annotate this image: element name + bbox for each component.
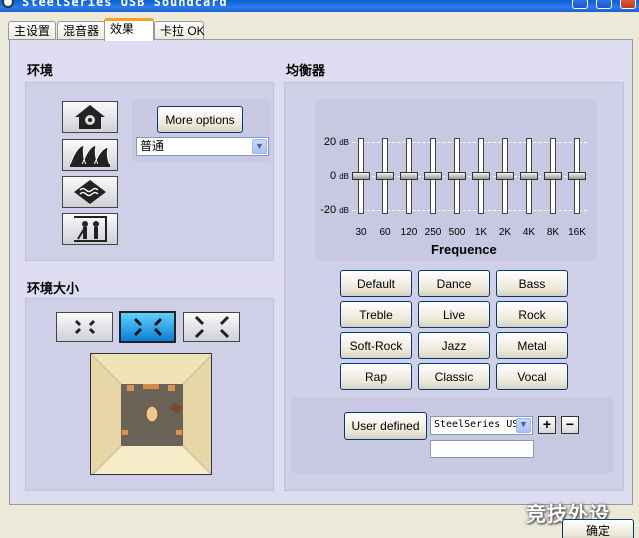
freq-label-16k: 16K <box>568 227 586 238</box>
preset-vocal-button[interactable]: Vocal <box>496 363 568 390</box>
db-middle-unit: dB <box>339 172 349 181</box>
chevron-down-icon: ▼ <box>252 139 267 154</box>
eq-slider-thumb[interactable] <box>352 172 370 180</box>
eq-slider-8k[interactable] <box>544 138 562 214</box>
window-title: SteelSeries USB Soundcard <box>22 0 228 9</box>
eq-slider-thumb[interactable] <box>472 172 490 180</box>
freq-label-1k: 1K <box>474 227 488 238</box>
preset-rap-button[interactable]: Rap <box>340 363 412 390</box>
ok-button[interactable]: 确定 <box>562 519 634 538</box>
db-middle-value: 0 <box>330 170 337 182</box>
chevron-down-icon: ▼ <box>516 418 531 433</box>
eq-slider-60[interactable] <box>376 138 394 214</box>
freq-label-8k: 8K <box>546 227 560 238</box>
underwater-icon[interactable] <box>62 176 118 208</box>
preset-rock-button[interactable]: Rock <box>496 301 568 328</box>
eq-slider-thumb[interactable] <box>448 172 466 180</box>
db-top-unit: dB <box>339 138 349 147</box>
opera-house-icon[interactable] <box>62 139 118 171</box>
more-options-button[interactable]: More options <box>157 106 243 133</box>
user-preset-value: SteelSeries US <box>434 419 519 430</box>
maximize-button[interactable] <box>596 0 612 9</box>
eq-slider-thumb[interactable] <box>544 172 562 180</box>
db-label-bottom: -20 dB <box>315 204 349 216</box>
preset-treble-button[interactable]: Treble <box>340 301 412 328</box>
preset-metal-button[interactable]: Metal <box>496 332 568 359</box>
equalizer-title: 均衡器 <box>286 63 326 78</box>
freq-label-500: 500 <box>448 227 466 238</box>
eq-slider-4k[interactable] <box>520 138 538 214</box>
freq-label-2k: 2K <box>498 227 512 238</box>
preset-dance-button[interactable]: Dance <box>418 270 490 297</box>
eq-slider-thumb[interactable] <box>424 172 442 180</box>
minimize-button[interactable] <box>572 0 588 9</box>
room-visualization <box>90 353 212 475</box>
freq-label-120: 120 <box>400 227 418 238</box>
user-preset-select[interactable]: SteelSeries US ▼ <box>430 416 533 435</box>
preset-live-button[interactable]: Live <box>418 301 490 328</box>
freq-label-250: 250 <box>424 227 442 238</box>
db-label-top: 20 dB <box>315 136 349 148</box>
db-top-value: 20 <box>323 136 337 148</box>
eq-slider-2k[interactable] <box>496 138 514 214</box>
environment-preset-value: 普通 <box>140 139 165 153</box>
freq-label-30: 30 <box>355 227 367 238</box>
user-preset-box <box>291 397 614 473</box>
title-bar: SteelSeries USB Soundcard <box>0 0 639 12</box>
eq-slider-30[interactable] <box>352 138 370 214</box>
large-room-icon[interactable] <box>183 312 240 342</box>
db-bottom-value: -20 <box>320 204 337 216</box>
user-defined-button[interactable]: User defined <box>344 412 427 440</box>
studio-house-icon[interactable] <box>62 101 118 133</box>
tab-karaoke[interactable]: 卡拉 OK <box>154 21 205 40</box>
close-button[interactable] <box>620 0 636 9</box>
tab-effects[interactable]: 效果 <box>104 18 154 41</box>
eq-slider-thumb[interactable] <box>496 172 514 180</box>
eq-slider-500[interactable] <box>448 138 466 214</box>
preset-jazz-button[interactable]: Jazz <box>418 332 490 359</box>
add-preset-button[interactable]: + <box>538 416 556 434</box>
eq-slider-thumb[interactable] <box>376 172 394 180</box>
eq-slider-thumb[interactable] <box>568 172 586 180</box>
app-icon <box>2 0 14 8</box>
eq-slider-16k[interactable] <box>568 138 586 214</box>
eq-slider-1k[interactable] <box>472 138 490 214</box>
eq-slider-thumb[interactable] <box>520 172 538 180</box>
small-room-icon[interactable] <box>56 312 113 342</box>
freq-label-60: 60 <box>379 227 391 238</box>
freq-label-4k: 4K <box>522 227 536 238</box>
preset-bass-button[interactable]: Bass <box>496 270 568 297</box>
db-bottom-unit: dB <box>339 206 349 215</box>
medium-room-icon[interactable] <box>119 311 176 343</box>
db-label-middle: 0 dB <box>315 170 349 182</box>
eq-slider-120[interactable] <box>400 138 418 214</box>
preset-classic-button[interactable]: Classic <box>418 363 490 390</box>
preset-soft-rock-button[interactable]: Soft-Rock <box>340 332 412 359</box>
environment-size-title: 环境大小 <box>27 281 80 296</box>
tab-main-settings[interactable]: 主设置 <box>8 21 57 40</box>
environment-title: 环境 <box>27 63 54 78</box>
preset-name-input[interactable] <box>430 440 534 458</box>
eq-slider-250[interactable] <box>424 138 442 214</box>
preset-default-button[interactable]: Default <box>340 270 412 297</box>
eq-slider-thumb[interactable] <box>400 172 418 180</box>
tab-mixer[interactable]: 混音器 <box>57 21 106 40</box>
stage-figures-icon[interactable] <box>62 213 118 245</box>
frequence-label: Frequence <box>431 242 497 257</box>
environment-preset-select[interactable]: 普通 ▼ <box>136 137 269 156</box>
remove-preset-button[interactable]: − <box>561 416 579 434</box>
